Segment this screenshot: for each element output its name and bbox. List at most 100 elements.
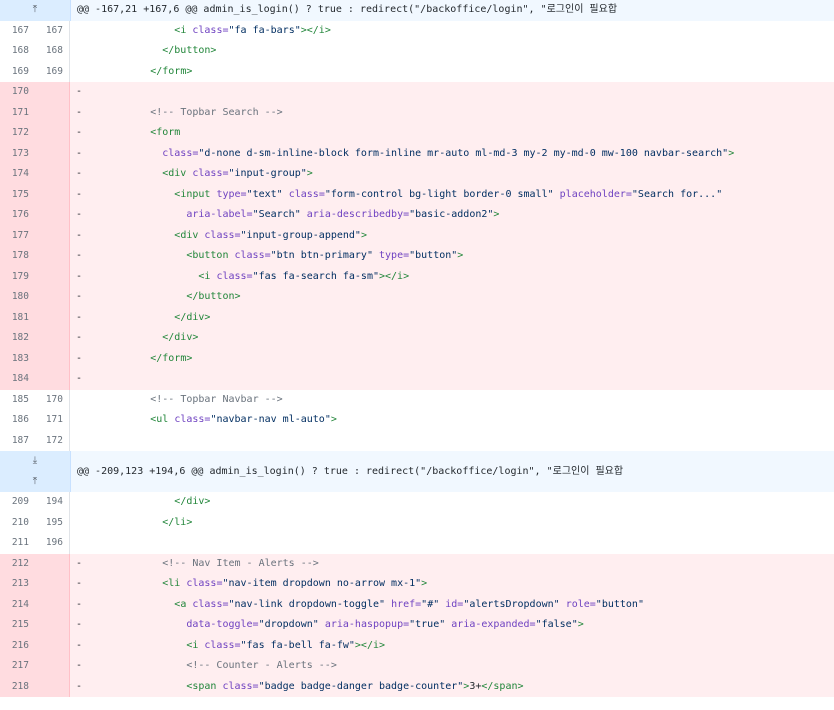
- old-line-number[interactable]: 169: [0, 61, 35, 82]
- diff-marker: -: [76, 209, 83, 220]
- old-line-number[interactable]: 173: [0, 143, 35, 164]
- new-line-number[interactable]: [35, 266, 70, 287]
- expand-down-icon[interactable]: ⤓: [0, 455, 70, 467]
- old-line-number[interactable]: 210: [0, 512, 35, 533]
- old-line-number[interactable]: 185: [0, 389, 35, 410]
- old-line-number[interactable]: 215: [0, 615, 35, 636]
- new-line-number[interactable]: 196: [35, 533, 70, 554]
- diff-marker: -: [76, 680, 83, 692]
- code-token: </div>: [174, 311, 211, 323]
- old-line-number[interactable]: 209: [0, 492, 35, 513]
- old-line-number[interactable]: 168: [0, 41, 35, 62]
- old-line-number[interactable]: 181: [0, 307, 35, 328]
- new-line-number[interactable]: [35, 369, 70, 390]
- new-line-number[interactable]: 171: [35, 410, 70, 431]
- new-line-number[interactable]: [35, 143, 70, 164]
- new-line-number[interactable]: 170: [35, 389, 70, 410]
- old-line-number[interactable]: 218: [0, 676, 35, 697]
- new-line-number[interactable]: 194: [35, 492, 70, 513]
- line-code: <!-- Topbar Navbar -->: [70, 389, 834, 410]
- expand-button[interactable]: ⤓ ⤒: [0, 451, 71, 492]
- old-line-number[interactable]: 211: [0, 533, 35, 554]
- expand-button[interactable]: ⤒: [0, 0, 71, 21]
- new-line-number[interactable]: 195: [35, 512, 70, 533]
- line-code: - <!-- Counter - Alerts -->: [70, 656, 834, 677]
- diff-marker: -: [76, 106, 83, 118]
- context-line: 211 196: [0, 533, 834, 554]
- new-line-number[interactable]: [35, 287, 70, 308]
- new-line-number[interactable]: [35, 348, 70, 369]
- diff-marker: -: [76, 639, 83, 651]
- new-line-number[interactable]: [35, 594, 70, 615]
- expand-up-icon[interactable]: ⤒: [0, 4, 70, 16]
- new-line-number[interactable]: [35, 82, 70, 103]
- old-line-number[interactable]: 183: [0, 348, 35, 369]
- new-line-number[interactable]: [35, 246, 70, 267]
- line-code: - <form: [70, 123, 834, 144]
- code-token: ></i>: [354, 639, 386, 651]
- new-line-number[interactable]: 172: [35, 430, 70, 451]
- diff-marker: -: [76, 598, 83, 610]
- new-line-number[interactable]: [35, 635, 70, 656]
- old-line-number[interactable]: 187: [0, 430, 35, 451]
- code-token: >: [330, 414, 337, 425]
- code-token: "fa fa-bars": [228, 24, 301, 36]
- old-line-number[interactable]: 184: [0, 369, 35, 390]
- new-line-number[interactable]: [35, 328, 70, 349]
- new-line-number[interactable]: [35, 102, 70, 123]
- deleted-line: 176 - aria-label="Search" aria-describedb…: [0, 205, 834, 226]
- old-line-number[interactable]: 177: [0, 225, 35, 246]
- old-line-number[interactable]: 175: [0, 184, 35, 205]
- new-line-number[interactable]: [35, 615, 70, 636]
- new-line-number[interactable]: 169: [35, 61, 70, 82]
- old-line-number[interactable]: 170: [0, 82, 35, 103]
- new-line-number[interactable]: [35, 164, 70, 185]
- deleted-line: 178 - <button class="btn btn-primary" typ…: [0, 246, 834, 267]
- old-line-number[interactable]: 172: [0, 123, 35, 144]
- old-line-number[interactable]: 213: [0, 574, 35, 595]
- new-line-number[interactable]: [35, 307, 70, 328]
- code-token: <!-- Counter - Alerts -->: [186, 660, 337, 671]
- new-line-number[interactable]: [35, 123, 70, 144]
- old-line-number[interactable]: 212: [0, 553, 35, 574]
- expand-up-icon[interactable]: ⤒: [0, 476, 70, 488]
- old-line-number[interactable]: 174: [0, 164, 35, 185]
- new-line-number[interactable]: [35, 656, 70, 677]
- old-line-number[interactable]: 171: [0, 102, 35, 123]
- line-code: - </div>: [70, 307, 834, 328]
- diff-marker: -: [76, 352, 83, 364]
- old-line-number[interactable]: 176: [0, 205, 35, 226]
- context-line: 209 194 </div>: [0, 492, 834, 513]
- old-line-number[interactable]: 180: [0, 287, 35, 308]
- old-line-number[interactable]: 186: [0, 410, 35, 431]
- diff-marker: -: [76, 86, 83, 97]
- old-line-number[interactable]: 167: [0, 20, 35, 41]
- code-token: type=: [216, 188, 247, 200]
- old-line-number[interactable]: 214: [0, 594, 35, 615]
- code-token: class=: [192, 168, 229, 179]
- new-line-number[interactable]: [35, 553, 70, 574]
- old-line-number[interactable]: 217: [0, 656, 35, 677]
- old-line-number[interactable]: 182: [0, 328, 35, 349]
- new-line-number[interactable]: [35, 225, 70, 246]
- new-line-number[interactable]: [35, 574, 70, 595]
- code-token: href=: [391, 598, 422, 610]
- context-line: 185 170 <!-- Topbar Navbar -->: [0, 389, 834, 410]
- new-line-number[interactable]: 167: [35, 20, 70, 41]
- old-line-number[interactable]: 216: [0, 635, 35, 656]
- line-code: - <li class="nav-item dropdown no-arrow …: [70, 574, 834, 595]
- new-line-number[interactable]: 168: [35, 41, 70, 62]
- new-line-number[interactable]: [35, 676, 70, 697]
- old-line-number[interactable]: 178: [0, 246, 35, 267]
- line-code: - <a class="nav-link dropdown-toggle" hr…: [70, 594, 834, 615]
- code-token: "false": [535, 619, 578, 630]
- old-line-number[interactable]: 179: [0, 266, 35, 287]
- new-line-number[interactable]: [35, 205, 70, 226]
- new-line-number[interactable]: [35, 184, 70, 205]
- line-code: </li>: [70, 512, 834, 533]
